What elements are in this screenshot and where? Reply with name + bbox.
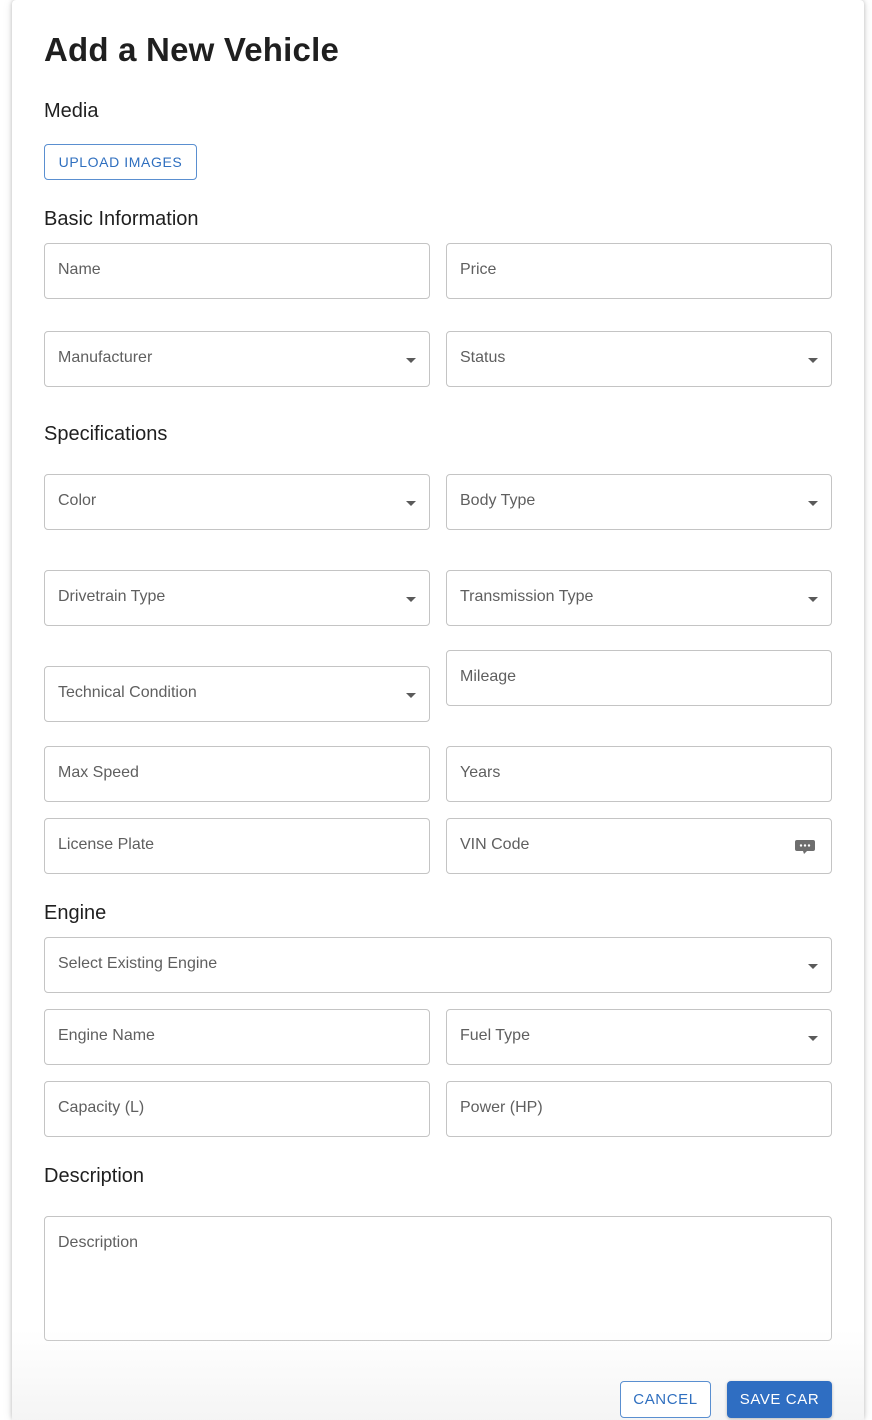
mileage-field[interactable]: Mileage: [446, 650, 832, 706]
license-plate-field-label: License Plate: [58, 836, 155, 853]
media-heading: Media: [44, 100, 99, 122]
color-select[interactable]: Color: [44, 474, 430, 530]
description-textarea-label: Description: [58, 1234, 139, 1251]
chat-bubble-icon[interactable]: [794, 839, 816, 855]
description-heading: Description: [44, 1165, 145, 1187]
basic-information-heading: Basic Information: [44, 208, 199, 230]
engine-name-field[interactable]: Engine Name: [44, 1009, 430, 1065]
status-select[interactable]: Status: [446, 331, 832, 387]
engine-heading: Engine: [44, 902, 107, 924]
power-field[interactable]: Power (HP): [446, 1081, 832, 1137]
name-field[interactable]: Name: [44, 243, 430, 299]
select-existing-engine-label: Select Existing Engine: [58, 955, 218, 972]
save-car-button[interactable]: SAVE CAR: [727, 1381, 832, 1418]
transmission-type-select-label: Transmission Type: [460, 588, 594, 605]
price-field[interactable]: Price: [446, 243, 832, 299]
color-select-label: Color: [58, 492, 97, 509]
chevron-down-icon: [808, 964, 818, 969]
name-field-label: Name: [58, 261, 101, 278]
description-textarea[interactable]: Description: [44, 1216, 832, 1341]
status-select-label: Status: [460, 349, 506, 366]
chevron-down-icon: [808, 501, 818, 506]
vin-code-field[interactable]: VIN Code: [446, 818, 832, 874]
mileage-field-label: Mileage: [460, 668, 517, 685]
chevron-down-icon: [406, 358, 416, 363]
chevron-down-icon: [808, 597, 818, 602]
dialog-title: Add a New Vehicle: [44, 31, 340, 68]
select-existing-engine-select[interactable]: Select Existing Engine: [44, 937, 832, 993]
technical-condition-select-label: Technical Condition: [58, 684, 197, 701]
cancel-button[interactable]: CANCEL: [620, 1381, 711, 1418]
max-speed-field-label: Max Speed: [58, 764, 139, 781]
chevron-down-icon: [808, 358, 818, 363]
price-field-label: Price: [460, 261, 497, 278]
chevron-down-icon: [406, 597, 416, 602]
body-type-select-label: Body Type: [460, 492, 536, 509]
fuel-type-select-label: Fuel Type: [460, 1027, 530, 1044]
fuel-type-select[interactable]: Fuel Type: [446, 1009, 832, 1065]
chevron-down-icon: [406, 693, 416, 698]
capacity-field[interactable]: Capacity (L): [44, 1081, 430, 1137]
add-vehicle-dialog: Add a New Vehicle Media UPLOAD IMAGES Ba…: [12, 0, 864, 1420]
license-plate-field[interactable]: License Plate: [44, 818, 430, 874]
upload-images-button[interactable]: UPLOAD IMAGES: [44, 144, 197, 180]
transmission-type-select[interactable]: Transmission Type: [446, 570, 832, 626]
vin-code-field-label: VIN Code: [460, 836, 530, 853]
years-field[interactable]: Years: [446, 746, 832, 802]
drivetrain-type-select[interactable]: Drivetrain Type: [44, 570, 430, 626]
body-type-select[interactable]: Body Type: [446, 474, 832, 530]
chevron-down-icon: [808, 1036, 818, 1041]
technical-condition-select[interactable]: Technical Condition: [44, 666, 430, 722]
specifications-heading: Specifications: [44, 423, 168, 445]
years-field-label: Years: [460, 764, 501, 781]
drivetrain-type-select-label: Drivetrain Type: [58, 588, 166, 605]
engine-name-field-label: Engine Name: [58, 1027, 155, 1044]
power-field-label: Power (HP): [460, 1099, 543, 1116]
manufacturer-select[interactable]: Manufacturer: [44, 331, 430, 387]
chevron-down-icon: [406, 501, 416, 506]
manufacturer-select-label: Manufacturer: [58, 349, 153, 366]
capacity-field-label: Capacity (L): [58, 1099, 145, 1116]
max-speed-field[interactable]: Max Speed: [44, 746, 430, 802]
